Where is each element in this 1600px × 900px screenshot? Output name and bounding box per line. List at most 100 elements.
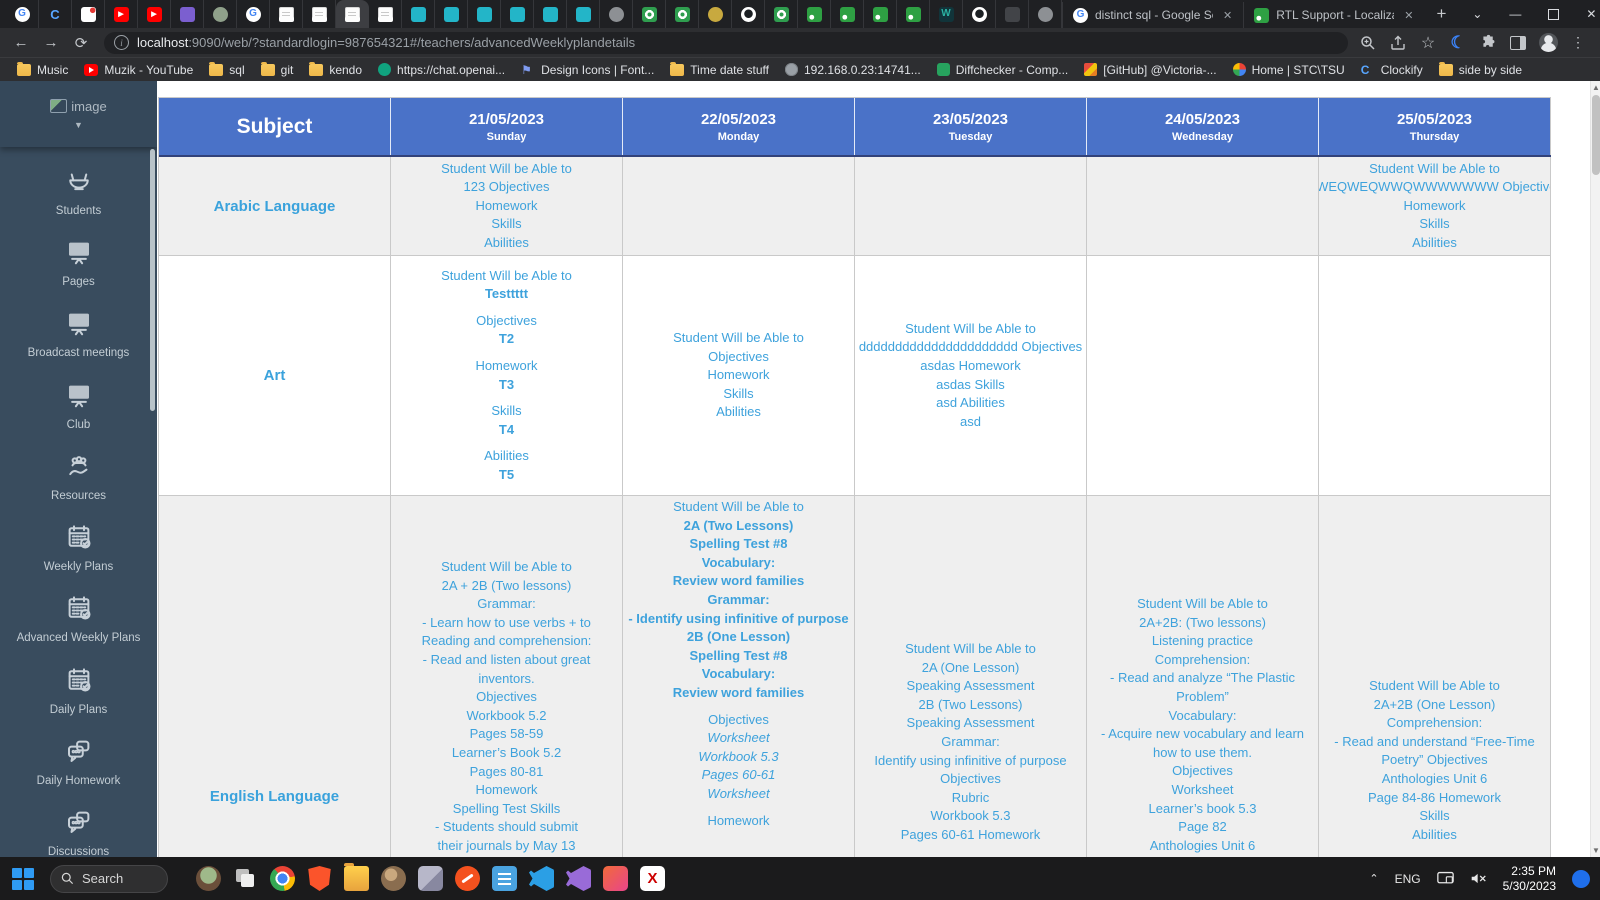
pinned-tab[interactable] bbox=[666, 0, 699, 28]
bookmark-item[interactable]: ⚑ Design Icons | Font... bbox=[514, 61, 661, 79]
pinned-tab[interactable] bbox=[864, 0, 897, 28]
sidebar-item-advanced-weekly-plans[interactable]: Advanced Weekly Plans bbox=[0, 584, 157, 655]
pinned-tab[interactable] bbox=[501, 0, 534, 28]
address-bar[interactable]: i localhost:9090/web/?standardlogin=9876… bbox=[104, 31, 1348, 54]
plan-cell[interactable] bbox=[623, 157, 855, 256]
pinned-tab[interactable] bbox=[996, 0, 1029, 28]
bookmark-item[interactable]: git bbox=[254, 61, 301, 79]
zoom-icon[interactable] bbox=[1358, 33, 1378, 53]
bookmark-item[interactable]: kendo bbox=[302, 61, 369, 79]
clock[interactable]: 2:35 PM 5/30/2023 bbox=[1503, 864, 1556, 894]
sidebar-item-club[interactable]: Club bbox=[0, 371, 157, 442]
bookmark-item[interactable]: https://chat.openai... bbox=[371, 61, 512, 79]
bookmark-item[interactable]: side by side bbox=[1432, 61, 1529, 79]
scroll-down-arrow[interactable]: ▼ bbox=[1591, 844, 1600, 857]
reload-button[interactable]: ⟳ bbox=[68, 30, 94, 56]
forward-button[interactable]: → bbox=[38, 30, 64, 56]
browser-tab[interactable]: RTL Support - Localizatio ✕ bbox=[1243, 2, 1424, 28]
pinned-tab[interactable] bbox=[600, 0, 633, 28]
app2-taskbar-icon[interactable] bbox=[418, 866, 443, 891]
page-scrollbar[interactable]: ▲ ▼ bbox=[1590, 81, 1600, 857]
pinned-tab[interactable] bbox=[204, 0, 237, 28]
taskview-taskbar-icon[interactable] bbox=[233, 866, 258, 891]
sidebar-item-students[interactable]: Students bbox=[0, 157, 157, 228]
scroll-up-arrow[interactable]: ▲ bbox=[1591, 81, 1600, 94]
rider-taskbar-icon[interactable] bbox=[603, 866, 628, 891]
pinned-tab[interactable] bbox=[435, 0, 468, 28]
pinned-tab[interactable] bbox=[963, 0, 996, 28]
app3-taskbar-icon[interactable] bbox=[455, 866, 480, 891]
pinned-tab[interactable] bbox=[369, 0, 402, 28]
pinned-tab[interactable]: G bbox=[237, 0, 270, 28]
pinned-tab-active[interactable] bbox=[336, 0, 369, 28]
pinned-tab[interactable] bbox=[171, 0, 204, 28]
tray-chevron-icon[interactable]: ⌃ bbox=[1369, 872, 1378, 885]
tab-close-icon[interactable]: ✕ bbox=[1220, 8, 1235, 23]
pinned-tab[interactable]: ▶ bbox=[105, 0, 138, 28]
bookmark-item[interactable]: Time date stuff bbox=[663, 61, 776, 79]
share-icon[interactable] bbox=[1388, 33, 1408, 53]
sidebar-item-resources[interactable]: Resources bbox=[0, 442, 157, 513]
bookmark-item[interactable]: Music bbox=[10, 61, 75, 79]
plan-cell[interactable]: Student Will be Able to 2A (One Lesson) Sp… bbox=[855, 496, 1087, 857]
pinned-tab[interactable] bbox=[831, 0, 864, 28]
plan-cell[interactable] bbox=[1087, 256, 1319, 496]
start-button[interactable] bbox=[10, 866, 36, 892]
pinned-tab[interactable] bbox=[534, 0, 567, 28]
plan-cell[interactable]: Student Will be Able to 2A+2B (One Lesson… bbox=[1319, 496, 1551, 857]
notepad-taskbar-icon[interactable] bbox=[492, 866, 517, 891]
pinned-tab[interactable] bbox=[897, 0, 930, 28]
bookmark-item[interactable]: sql bbox=[202, 61, 251, 79]
cast-icon[interactable] bbox=[1436, 871, 1454, 886]
pinned-tab[interactable] bbox=[72, 0, 105, 28]
plan-cell[interactable] bbox=[1087, 157, 1319, 256]
pinned-tab[interactable] bbox=[1029, 0, 1062, 28]
plan-cell[interactable] bbox=[1319, 256, 1551, 496]
brave-taskbar-icon[interactable] bbox=[308, 866, 331, 891]
sidebar-scrollbar[interactable] bbox=[150, 149, 155, 411]
plan-cell[interactable]: Student Will be Able to Objectives Homewor… bbox=[623, 256, 855, 496]
volume-muted-icon[interactable] bbox=[1470, 871, 1487, 886]
chevron-down-icon[interactable]: ▼ bbox=[74, 120, 83, 130]
plan-cell[interactable]: Student Will be Able to 2A+2B: (Two lesso… bbox=[1087, 496, 1319, 857]
crescent-extension-icon[interactable]: ☾ bbox=[1448, 33, 1468, 53]
sidebar-item-weekly-plans[interactable]: Weekly Plans bbox=[0, 513, 157, 584]
taskbar-search[interactable]: Search bbox=[50, 864, 168, 893]
plan-cell[interactable]: Student Will be Able to ddddddddddddddddd… bbox=[855, 256, 1087, 496]
side-panel-icon[interactable] bbox=[1508, 33, 1528, 53]
sidebar-item-daily-plans[interactable]: Daily Plans bbox=[0, 656, 157, 727]
vscode-taskbar-icon[interactable] bbox=[529, 866, 554, 891]
plan-cell[interactable] bbox=[855, 157, 1087, 256]
explorer-taskbar-icon[interactable] bbox=[344, 863, 369, 891]
close-button[interactable]: ✕ bbox=[1572, 0, 1600, 28]
bookmark-item[interactable]: C Clockify bbox=[1354, 61, 1430, 79]
plan-cell[interactable]: Student Will be Able to 123 Objectives Hom… bbox=[391, 157, 623, 256]
bookmark-item[interactable]: Home | STC\TSU bbox=[1226, 61, 1352, 79]
browser-tab[interactable]: Gdistinct sql - Google Sear ✕ bbox=[1062, 2, 1243, 28]
pinned-tab[interactable]: C bbox=[39, 0, 72, 28]
bookmark-item[interactable]: [GitHub] @Victoria-... bbox=[1077, 61, 1223, 79]
back-button[interactable]: ← bbox=[8, 30, 34, 56]
plan-cell[interactable]: Student Will be Able to QWEQWEQWWQWWWWWWW… bbox=[1319, 157, 1551, 256]
pinned-tab[interactable] bbox=[270, 0, 303, 28]
bookmark-item[interactable]: Diffchecker - Comp... bbox=[930, 61, 1075, 79]
pinned-tab[interactable] bbox=[798, 0, 831, 28]
pinned-tab[interactable]: G bbox=[6, 0, 39, 28]
tab-search-chevron-icon[interactable]: ⌄ bbox=[1458, 0, 1496, 28]
site-info-icon[interactable]: i bbox=[114, 35, 129, 50]
menu-kebab-icon[interactable]: ⋮ bbox=[1568, 33, 1588, 53]
app1-taskbar-icon[interactable] bbox=[381, 866, 406, 891]
profile-avatar[interactable] bbox=[1538, 33, 1558, 53]
pinned-tab[interactable]: W bbox=[930, 0, 963, 28]
language-indicator[interactable]: ENG bbox=[1395, 872, 1421, 886]
sidebar-item-broadcast-meetings[interactable]: Broadcast meetings bbox=[0, 299, 157, 370]
extensions-puzzle-icon[interactable] bbox=[1478, 33, 1498, 53]
sidebar-item-daily-homework[interactable]: Daily Homework bbox=[0, 727, 157, 798]
restore-button[interactable] bbox=[1534, 0, 1572, 28]
bookmark-star-icon[interactable]: ☆ bbox=[1418, 33, 1438, 53]
plan-cell[interactable]: Student Will be Able to 2A (Two Lessons) S… bbox=[623, 496, 855, 857]
new-tab-button[interactable]: + bbox=[1424, 4, 1458, 24]
plan-cell[interactable]: Student Will be Able to 2A + 2B (Two less… bbox=[391, 496, 623, 857]
pinned-tab[interactable] bbox=[567, 0, 600, 28]
pinned-tab[interactable] bbox=[402, 0, 435, 28]
